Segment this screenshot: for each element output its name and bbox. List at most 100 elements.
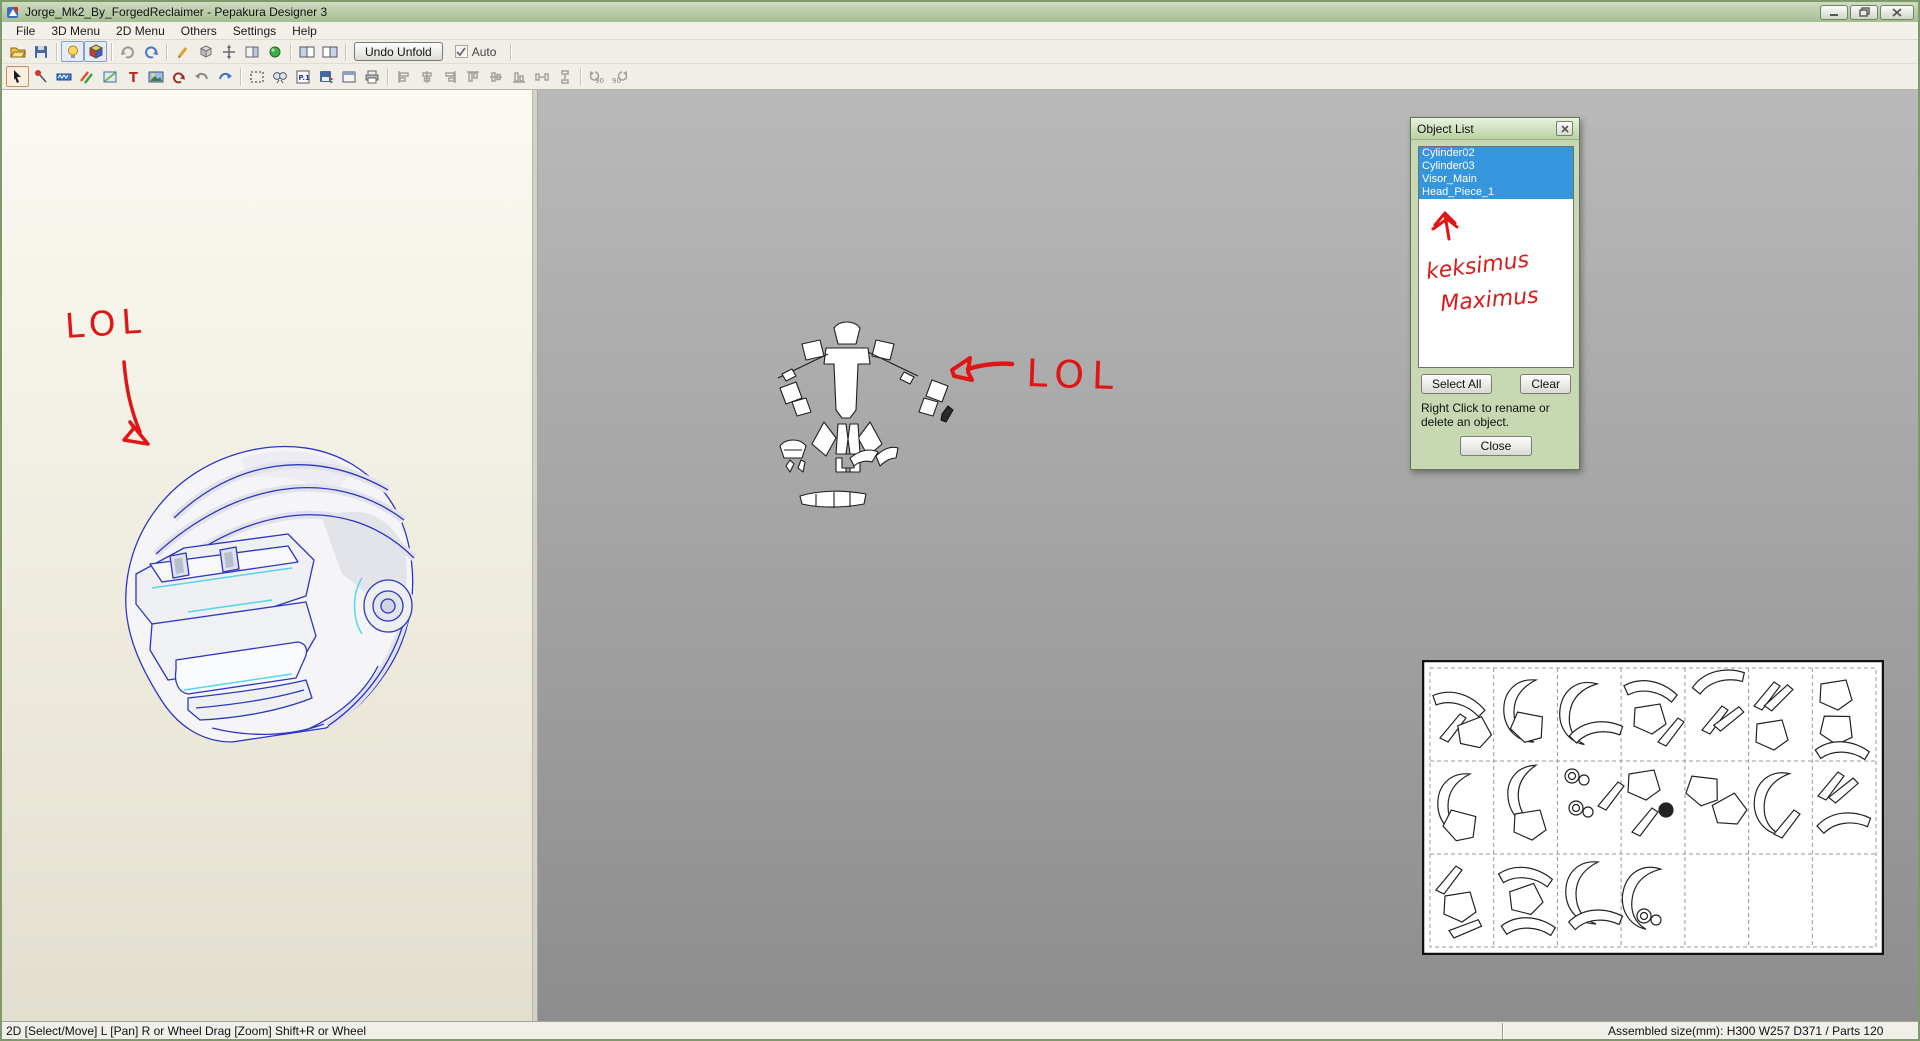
rotate-90-cw-icon: 90	[612, 70, 627, 85]
toolbar-2d: T P.1 90 90	[2, 64, 1918, 90]
lol-3d-text: LOL	[64, 301, 148, 347]
select-sphere-icon	[269, 46, 280, 57]
distribute-v-icon	[560, 69, 569, 84]
tape-measure-button[interactable]	[52, 66, 75, 87]
workspace: LOL LOL Object List Cylinder02 Cylinder0…	[2, 90, 1918, 1021]
align-bottom-button[interactable]	[507, 66, 530, 87]
open-icon	[9, 47, 26, 57]
menu-others[interactable]: Others	[173, 23, 225, 39]
object-list-hint: Right Click to rename or delete an objec…	[1421, 401, 1550, 429]
close-button[interactable]	[1880, 4, 1914, 20]
image-tool-button[interactable]	[144, 66, 167, 87]
print-icon	[365, 70, 378, 83]
annotation-3d: LOL	[64, 301, 150, 446]
menu-help[interactable]: Help	[284, 23, 325, 39]
menu-file[interactable]: File	[8, 23, 43, 39]
app-window: Jorge_Mk2_By_ForgedReclaimer - Pepakura …	[0, 0, 1920, 1041]
distribute-h-icon	[534, 72, 549, 81]
restore-icon	[1858, 7, 1870, 17]
undo-button[interactable]	[190, 66, 213, 87]
align-center-button[interactable]	[415, 66, 438, 87]
view-rotate-blue-button[interactable]	[139, 41, 162, 62]
align-right-button[interactable]	[438, 66, 461, 87]
select-arrow-icon	[13, 69, 21, 83]
marquee-icon	[249, 70, 264, 83]
select-sphere-button[interactable]	[263, 41, 286, 62]
redo-button[interactable]	[213, 66, 236, 87]
solid-box-button[interactable]	[194, 41, 217, 62]
distribute-v-button[interactable]	[553, 66, 576, 87]
edit-pencil-button[interactable]	[171, 41, 194, 62]
view-rotate-gray-button[interactable]	[116, 41, 139, 62]
object-list-close-button[interactable]	[1556, 121, 1573, 136]
select-tool-button[interactable]	[6, 66, 29, 87]
align-middle-icon	[489, 71, 502, 82]
side-panel-button[interactable]	[240, 41, 263, 62]
page-number-button[interactable]: P.1	[291, 66, 314, 87]
pin-tool-button[interactable]	[29, 66, 52, 87]
align-top-icon	[466, 70, 479, 82]
scribble-line2: Maximus	[1439, 283, 1539, 316]
align-center-icon	[421, 70, 432, 83]
object-list-item[interactable]: Cylinder02	[1419, 147, 1573, 160]
image-tool-icon	[148, 71, 163, 82]
align-right-icon	[444, 70, 456, 83]
check-icon	[456, 46, 466, 56]
viewport-3d[interactable]: LOL	[2, 90, 533, 1021]
align-top-button[interactable]	[461, 66, 484, 87]
rotate-90-ccw-icon: 90	[589, 70, 603, 85]
restore-button[interactable]	[1850, 4, 1878, 20]
clear-button[interactable]: Clear	[1520, 374, 1571, 394]
zoom-parts-button[interactable]	[268, 66, 291, 87]
menu-bar: File 3D Menu 2D Menu Others Settings Hel…	[2, 22, 1918, 40]
color-pencils-button[interactable]	[75, 66, 98, 87]
minimize-button[interactable]	[1820, 4, 1848, 20]
object-list-item[interactable]: Cylinder03	[1419, 160, 1573, 173]
color-pencils-icon	[79, 70, 93, 84]
pin-icon	[34, 69, 47, 83]
select-all-button[interactable]: Select All	[1421, 374, 1493, 394]
object-list-title-bar[interactable]: Object List	[1411, 118, 1579, 140]
status-assembled-size: Assembled size(mm): H300 W257 D371 / Par…	[1608, 1024, 1884, 1038]
rotate-90-ccw-button[interactable]: 90	[585, 66, 608, 87]
view-rotate-gray-icon	[120, 45, 134, 58]
align-bottom-icon	[512, 71, 525, 83]
scribble-line1: keksimus	[1425, 248, 1531, 285]
object-list-scribble: keksimus Maximus	[1425, 211, 1540, 317]
object-list-item[interactable]: Head_Piece_1	[1419, 186, 1573, 199]
window-button[interactable]	[337, 66, 360, 87]
app-icon	[7, 6, 19, 18]
menu-settings[interactable]: Settings	[225, 23, 284, 39]
texture-view-toggle[interactable]	[84, 41, 107, 62]
close-dialog-button[interactable]: Close	[1460, 436, 1532, 456]
status-hint: 2D [Select/Move] L [Pan] R or Wheel Drag…	[6, 1024, 367, 1038]
auto-checkbox[interactable]	[454, 45, 468, 58]
minimize-icon	[1830, 13, 1838, 16]
object-list-item[interactable]: Visor_Main	[1419, 173, 1573, 186]
menu-3d[interactable]: 3D Menu	[43, 23, 108, 39]
render-light-toggle[interactable]	[61, 41, 84, 62]
object-list-title: Object List	[1417, 121, 1474, 136]
export-icon	[319, 70, 332, 83]
object-list-box: Cylinder02 Cylinder03 Visor_Main Head_Pi…	[1418, 146, 1574, 368]
move-axis-button[interactable]	[217, 41, 240, 62]
open-button[interactable]	[6, 41, 29, 62]
rotate-90-cw-button[interactable]: 90	[608, 66, 631, 87]
layout-left-icon	[299, 46, 314, 57]
align-left-button[interactable]	[392, 66, 415, 87]
export-button[interactable]	[314, 66, 337, 87]
texture-edit-button[interactable]	[98, 66, 121, 87]
distribute-h-button[interactable]	[530, 66, 553, 87]
layout-left-button[interactable]	[295, 41, 318, 62]
marquee-tool-button[interactable]	[245, 66, 268, 87]
window-icon	[342, 71, 355, 82]
layout-right-button[interactable]	[318, 41, 341, 62]
menu-2d[interactable]: 2D Menu	[108, 23, 173, 39]
undo-unfold-button[interactable]: Undo Unfold	[354, 42, 443, 61]
viewport-2d[interactable]: LOL Object List Cylinder02 Cylinder03 Vi…	[538, 90, 1918, 1021]
rotate-part-button[interactable]	[167, 66, 190, 87]
text-tool-button[interactable]: T	[121, 66, 144, 87]
align-middle-button[interactable]	[484, 66, 507, 87]
print-button[interactable]	[360, 66, 383, 87]
save-button[interactable]	[29, 41, 52, 62]
